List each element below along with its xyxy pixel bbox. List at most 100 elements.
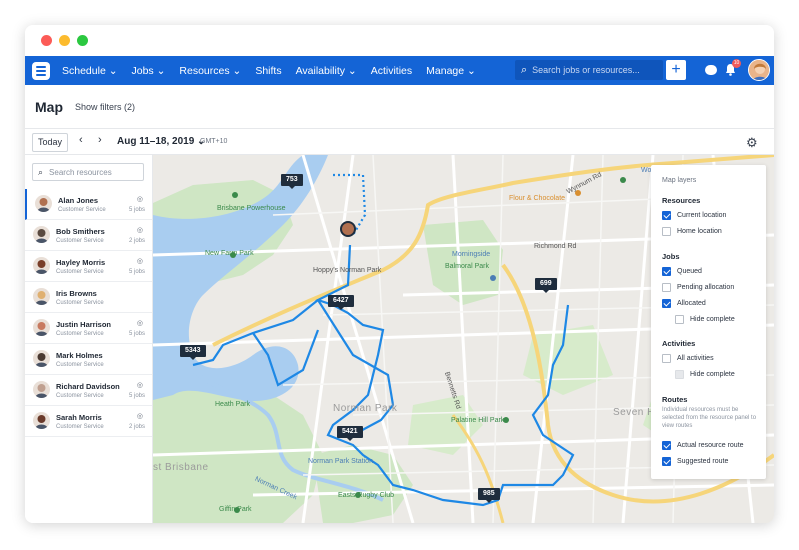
job-marker[interactable]: 5421 <box>337 426 363 441</box>
allocated-option[interactable]: Allocated <box>662 299 706 308</box>
avatar <box>33 319 50 336</box>
search-placeholder: Search jobs or resources... <box>532 65 640 75</box>
label-heath-park: Heath Park <box>215 401 251 408</box>
job-marker[interactable]: 985 <box>478 488 500 503</box>
avatar <box>33 412 50 429</box>
routes-note: Individual resources must be selected fr… <box>662 407 757 429</box>
all-activities-checkbox[interactable] <box>662 354 671 363</box>
chat-icon[interactable] <box>705 65 717 75</box>
maximize-window-button[interactable] <box>77 35 88 46</box>
resource-search-input[interactable]: ⌕ Search resources <box>32 163 144 181</box>
nav-resources[interactable]: Resources ⌄ <box>179 65 241 77</box>
current-location-label: Current location <box>677 212 727 219</box>
allocated-checkbox[interactable] <box>662 299 671 308</box>
suggested-route-option[interactable]: Suggested route <box>662 457 728 466</box>
gear-icon[interactable]: ⚙ <box>746 135 758 151</box>
label-balmoral-park: Balmoral Park <box>445 263 489 270</box>
resource-job-count: 2 jobs <box>128 238 145 244</box>
resource-role: Customer Service <box>56 393 104 399</box>
close-window-button[interactable] <box>41 35 52 46</box>
current-location-checkbox[interactable] <box>662 211 671 220</box>
resource-list-item[interactable]: Hayley Morris Customer Service ◎ 5 jobs <box>25 251 152 282</box>
resource-list-item[interactable]: Bob Smithers Customer Service ◎ 2 jobs <box>25 220 152 251</box>
resource-job-count: 2 jobs <box>128 424 145 430</box>
resource-list-item[interactable]: Justin Harrison Customer Service ◎ 5 jobs <box>25 313 152 344</box>
show-filters-link[interactable]: Show filters (2) <box>75 102 135 112</box>
location-pin-icon[interactable]: ◎ <box>137 226 143 234</box>
nav-jobs[interactable]: Jobs ⌄ <box>132 65 166 77</box>
resource-search-placeholder: Search resources <box>49 167 112 177</box>
minimize-window-button[interactable] <box>59 35 70 46</box>
nav-activities[interactable]: Activities <box>371 65 412 77</box>
hide-complete-jobs-option[interactable]: Hide complete <box>675 315 735 324</box>
resource-list-item[interactable]: Richard Davidson Customer Service ◎ 5 jobs <box>25 375 152 406</box>
label-richmond-rd: Richmond Rd <box>534 243 577 250</box>
resource-role: Customer Service <box>56 331 104 337</box>
map-view[interactable]: Brisbane Powerhouse New Farm Park Hoppy'… <box>153 155 774 523</box>
home-location-option[interactable]: Home location <box>662 227 722 236</box>
suggested-route-checkbox[interactable] <box>662 457 671 466</box>
avatar <box>33 288 50 305</box>
nav-manage[interactable]: Manage ⌄ <box>426 65 476 77</box>
job-marker[interactable]: 6427 <box>328 295 354 310</box>
hide-complete-jobs-checkbox[interactable] <box>675 315 684 324</box>
nav-shifts[interactable]: Shifts <box>255 65 281 77</box>
resource-job-count: 5 jobs <box>128 269 145 275</box>
pending-allocation-checkbox[interactable] <box>662 283 671 292</box>
queued-label: Queued <box>677 268 702 275</box>
map-layers-panel: Map layers Resources Current location Ho… <box>651 165 766 479</box>
date-range-select[interactable]: Aug 11–18, 2019 ⌄ <box>117 136 205 147</box>
home-location-label: Home location <box>677 228 722 235</box>
global-search-input[interactable]: ⌕ Search jobs or resources... <box>515 60 663 80</box>
avatar <box>35 195 52 212</box>
queued-option[interactable]: Queued <box>662 267 702 276</box>
app-logo-icon[interactable] <box>32 61 50 80</box>
hide-complete-activities-label: Hide complete <box>690 371 735 378</box>
resource-sidebar: ⌕ Search resources Alan Jones Customer Se… <box>25 155 153 523</box>
resource-name: Iris Browns <box>56 289 97 298</box>
avatar <box>33 257 50 274</box>
resource-list-item[interactable]: Mark Holmes Customer Service <box>25 344 152 375</box>
next-week-button[interactable]: › <box>98 134 102 146</box>
actual-route-option[interactable]: Actual resource route <box>662 441 744 450</box>
job-marker[interactable]: 699 <box>535 278 557 293</box>
resource-name: Bob Smithers <box>56 227 105 236</box>
user-avatar[interactable] <box>748 59 770 81</box>
resource-list-item[interactable]: Alan Jones Customer Service ◎ 5 jobs <box>25 189 152 220</box>
queued-checkbox[interactable] <box>662 267 671 276</box>
resource-list-item[interactable]: Iris Browns Customer Service <box>25 282 152 313</box>
pending-allocation-option[interactable]: Pending allocation <box>662 283 734 292</box>
home-location-checkbox[interactable] <box>662 227 671 236</box>
page-title: Map <box>35 99 63 115</box>
current-location-option[interactable]: Current location <box>662 211 726 220</box>
prev-week-button[interactable]: ‹ <box>79 134 83 146</box>
resource-list: Alan Jones Customer Service ◎ 5 jobs Bob Smi… <box>25 189 152 437</box>
date-toolbar: Today ‹ › Aug 11–18, 2019 ⌄ GMT+10 ⚙ <box>25 129 774 155</box>
actual-route-checkbox[interactable] <box>662 441 671 450</box>
allocated-label: Allocated <box>677 300 706 307</box>
label-flour-chocolate: Flour & Chocolate <box>509 195 566 202</box>
resource-list-item[interactable]: Sarah Morris Customer Service ◎ 2 jobs <box>25 406 152 437</box>
today-button[interactable]: Today <box>32 133 68 152</box>
resource-role: Customer Service <box>56 300 104 306</box>
hide-complete-activities-option: Hide complete <box>675 370 735 379</box>
add-button[interactable]: + <box>666 60 686 80</box>
activities-section-title: Activities <box>662 339 696 348</box>
resource-name: Richard Davidson <box>56 382 120 391</box>
location-pin-icon[interactable]: ◎ <box>137 381 143 389</box>
location-pin-icon[interactable]: ◎ <box>137 319 143 327</box>
actual-route-label: Actual resource route <box>677 442 744 449</box>
nav-availability[interactable]: Availability ⌄ <box>296 65 357 77</box>
label-hoppys: Hoppy's Norman Park <box>313 267 382 274</box>
all-activities-option[interactable]: All activities <box>662 354 714 363</box>
hide-complete-activities-checkbox <box>675 370 684 379</box>
resources-section-title: Resources <box>662 196 701 205</box>
window-titlebar <box>25 25 774 56</box>
location-pin-icon[interactable]: ◎ <box>137 412 143 420</box>
nav-schedule[interactable]: Schedule ⌄ <box>62 65 118 77</box>
job-marker[interactable]: 753 <box>281 174 303 189</box>
location-pin-icon[interactable]: ◎ <box>137 257 143 265</box>
job-marker[interactable]: 5343 <box>180 345 206 360</box>
location-pin-icon[interactable]: ◎ <box>137 195 143 203</box>
search-icon: ⌕ <box>38 166 44 177</box>
